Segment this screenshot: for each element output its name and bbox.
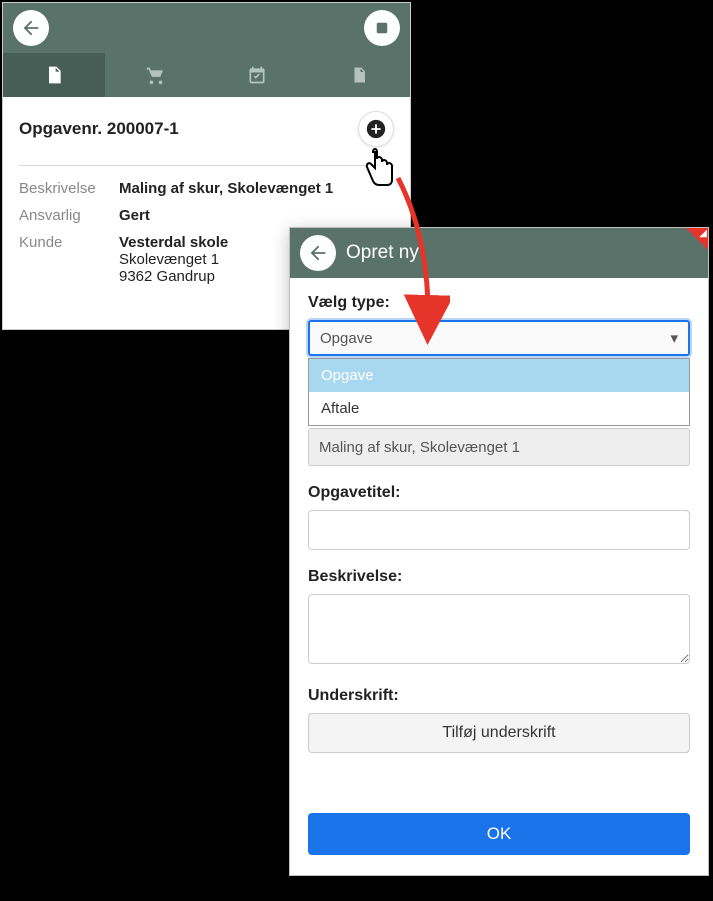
parent-task-readonly: Maling af skur, Skolevænget 1 [308, 428, 690, 466]
beskrivelse-textarea[interactable] [308, 594, 690, 664]
label-underskrift: Underskrift: [308, 687, 690, 705]
opgavetitel-input[interactable] [308, 510, 690, 550]
value-ansvarlig: Gert [119, 207, 394, 224]
label-type: Vælg type: [308, 294, 690, 312]
corner-flag-icon[interactable] [686, 228, 708, 250]
calendar-check-icon [247, 64, 267, 86]
label-opgavetitel: Opgavetitel: [308, 484, 690, 502]
stop-icon [373, 19, 391, 37]
tab-calendar[interactable] [207, 53, 309, 97]
label-beskrivelse: Beskrivelse [19, 180, 119, 197]
modal-header: Opret ny [290, 228, 708, 278]
tab-cart[interactable] [105, 53, 207, 97]
type-select-value: Opgave [320, 330, 373, 347]
add-button[interactable] [358, 111, 394, 147]
back-arrow-icon [20, 17, 42, 39]
label-beskrivelse-modal: Beskrivelse: [308, 568, 690, 586]
label-kunde: Kunde [19, 234, 119, 285]
type-select[interactable]: Opgave ▾ [308, 320, 690, 356]
ok-button[interactable]: OK [308, 813, 690, 855]
label-ansvarlig: Ansvarlig [19, 207, 119, 224]
file-icon [350, 64, 368, 86]
add-signature-button[interactable]: Tilføj underskrift [308, 713, 690, 753]
value-beskrivelse: Maling af skur, Skolevænget 1 [119, 180, 394, 197]
document-icon [44, 64, 64, 86]
modal-back-button[interactable] [300, 235, 336, 271]
stop-button[interactable] [364, 10, 400, 46]
top-header [3, 3, 410, 53]
task-number: Opgavenr. 200007-1 [19, 119, 179, 139]
back-button[interactable] [13, 10, 49, 46]
modal-title: Opret ny [346, 242, 419, 264]
create-new-modal: Opret ny Vælg type: Opgave ▾ Opgave Afta… [289, 227, 709, 876]
cart-icon [145, 64, 167, 86]
tab-bar [3, 53, 410, 97]
dropdown-option-aftale[interactable]: Aftale [309, 392, 689, 425]
tab-file[interactable] [308, 53, 410, 97]
chevron-down-icon: ▾ [670, 329, 678, 347]
dropdown-option-opgave[interactable]: Opgave [309, 359, 689, 392]
type-dropdown-list: Opgave Aftale [308, 358, 690, 426]
tab-document[interactable] [3, 53, 105, 97]
back-arrow-icon [307, 242, 329, 264]
plus-circle-icon [365, 118, 387, 140]
